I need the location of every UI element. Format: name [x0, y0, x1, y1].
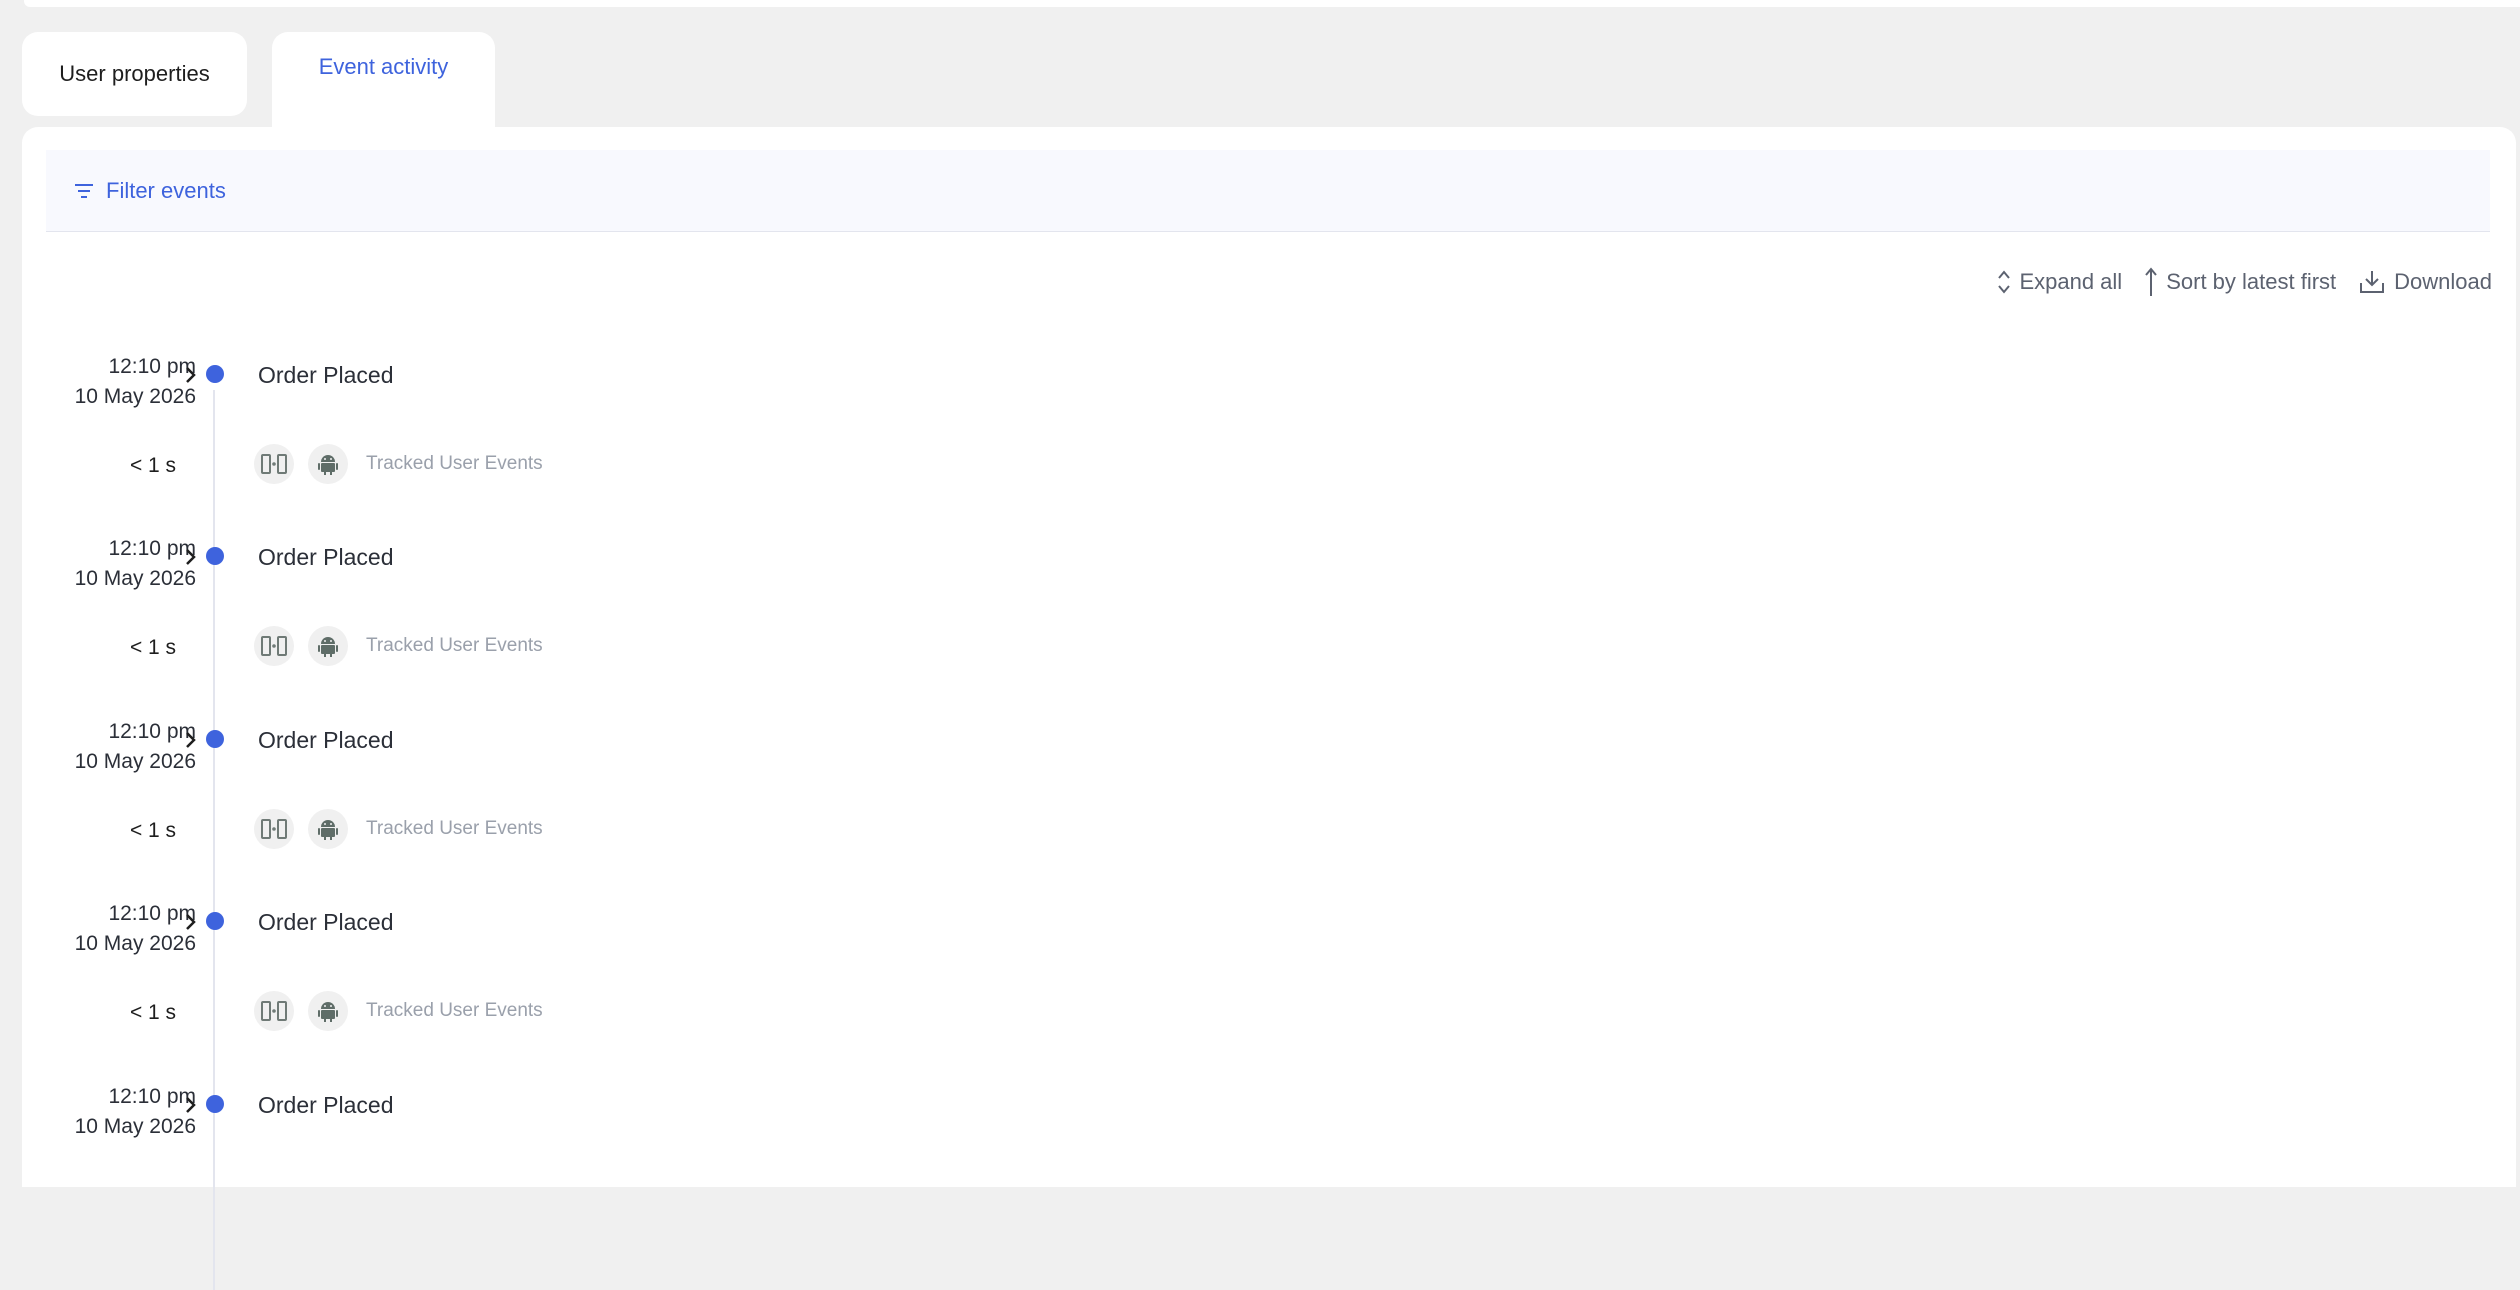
event-date: 10 May 2026: [74, 385, 196, 408]
chevron-right-icon[interactable]: [180, 729, 202, 751]
filter-bar: Filter events: [46, 150, 2490, 232]
download-label: Download: [2394, 269, 2492, 294]
android-icon: [308, 626, 348, 666]
event-row: 12:10 pm 10 May 2026 Order Placed < 1 s …: [0, 720, 1200, 911]
event-source-icons: Tracked User Events: [254, 809, 543, 849]
event-date: 10 May 2026: [74, 1115, 196, 1138]
cube-sdk-icon: [254, 991, 294, 1031]
event-source: Tracked User Events: [366, 1000, 543, 1021]
event-source: Tracked User Events: [366, 453, 543, 474]
cube-sdk-icon: [254, 444, 294, 484]
download-icon: [2360, 271, 2385, 293]
event-dot: [206, 547, 224, 565]
top-strip: [24, 0, 2520, 7]
event-timestamp: 12:10 pm 10 May 2026: [30, 1082, 196, 1142]
android-icon: [308, 809, 348, 849]
event-duration: < 1 s: [129, 636, 177, 659]
cube-sdk-icon: [254, 626, 294, 666]
expand-collapse-icon: [1998, 270, 2011, 294]
event-name[interactable]: Order Placed: [258, 544, 394, 571]
event-source: Tracked User Events: [366, 818, 543, 839]
event-source-icons: Tracked User Events: [254, 991, 543, 1031]
sort-button[interactable]: Sort by latest first: [2144, 267, 2336, 297]
event-date: 10 May 2026: [74, 567, 196, 590]
event-source: Tracked User Events: [366, 635, 543, 656]
event-name[interactable]: Order Placed: [258, 362, 394, 389]
event-name[interactable]: Order Placed: [258, 727, 394, 754]
event-timestamp: 12:10 pm 10 May 2026: [30, 899, 196, 959]
filter-events-label: Filter events: [106, 177, 226, 203]
expand-all-button[interactable]: Expand all: [1997, 269, 2122, 295]
arrow-up-icon: [2145, 267, 2157, 296]
tab-user-properties[interactable]: User properties: [22, 32, 247, 116]
event-row: 12:10 pm 10 May 2026 Order Placed < 1 s …: [0, 902, 1200, 1093]
event-row: 12:10 pm 10 May 2026 Order Placed: [0, 1085, 1200, 1276]
event-duration: < 1 s: [129, 1001, 177, 1024]
event-name[interactable]: Order Placed: [258, 909, 394, 936]
event-dot: [206, 365, 224, 383]
tab-label: User properties: [59, 61, 210, 86]
filter-icon: [75, 183, 93, 198]
event-source-icons: Tracked User Events: [254, 626, 543, 666]
event-dot: [206, 730, 224, 748]
event-timestamp: 12:10 pm 10 May 2026: [30, 352, 196, 412]
event-dot: [206, 912, 224, 930]
event-duration: < 1 s: [129, 454, 177, 477]
cube-sdk-icon: [254, 809, 294, 849]
sort-label: Sort by latest first: [2166, 269, 2337, 294]
tab-label: Event activity: [318, 54, 449, 79]
chevron-right-icon[interactable]: [180, 546, 202, 568]
event-timestamp: 12:10 pm 10 May 2026: [30, 717, 196, 777]
event-timestamp: 12:10 pm 10 May 2026: [30, 534, 196, 594]
event-row: 12:10 pm 10 May 2026 Order Placed < 1 s …: [0, 537, 1200, 728]
event-source-icons: Tracked User Events: [254, 444, 543, 484]
chevron-right-icon[interactable]: [180, 364, 202, 386]
event-dot: [206, 1095, 224, 1113]
event-time: 12:10 pm: [108, 1085, 196, 1108]
event-duration: < 1 s: [129, 819, 177, 842]
filter-events-button[interactable]: Filter events: [74, 178, 226, 204]
event-time: 12:10 pm: [108, 537, 196, 560]
android-icon: [308, 444, 348, 484]
event-date: 10 May 2026: [74, 932, 196, 955]
tab-event-activity[interactable]: Event activity: [272, 32, 495, 132]
event-time: 12:10 pm: [108, 902, 196, 925]
android-icon: [308, 991, 348, 1031]
expand-all-label: Expand all: [2019, 269, 2123, 294]
download-button[interactable]: Download: [2358, 269, 2492, 295]
event-name[interactable]: Order Placed: [258, 1092, 394, 1119]
event-date: 10 May 2026: [74, 750, 196, 773]
event-row: 12:10 pm 10 May 2026 Order Placed < 1 s …: [0, 355, 1200, 546]
timeline-actions: Expand all Sort by latest first Download: [1975, 267, 2492, 297]
event-time: 12:10 pm: [108, 355, 196, 378]
chevron-right-icon[interactable]: [180, 1094, 202, 1116]
chevron-right-icon[interactable]: [180, 911, 202, 933]
event-time: 12:10 pm: [108, 720, 196, 743]
